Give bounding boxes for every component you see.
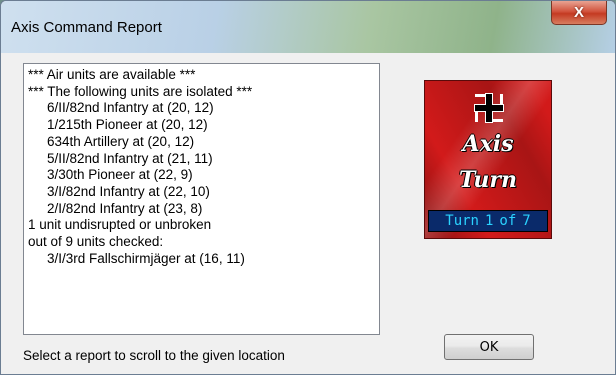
turn-counter-of: of xyxy=(499,213,517,229)
report-line[interactable]: 2/I/82nd Infantry at (23, 8) xyxy=(28,201,375,218)
report-line[interactable]: *** The following units are isolated *** xyxy=(28,84,375,101)
ok-button-label: OK xyxy=(479,339,499,355)
total-turns: 7 xyxy=(522,213,531,229)
report-line[interactable]: 634th Artillery at (20, 12) xyxy=(28,134,375,151)
report-line[interactable]: 3/I/3rd Fallschirmjäger at (16, 11) xyxy=(28,251,375,268)
report-line[interactable]: *** Air units are available *** xyxy=(28,67,375,84)
close-button[interactable]: X xyxy=(551,1,607,25)
current-turn: 1 xyxy=(484,213,494,229)
report-line[interactable]: 3/I/82nd Infantry at (22, 10) xyxy=(28,184,375,201)
report-line[interactable]: 3/30th Pioneer at (22, 9) xyxy=(28,167,375,184)
report-list[interactable]: *** Air units are available *** *** The f… xyxy=(23,63,380,335)
iron-cross-icon xyxy=(474,93,504,123)
report-line[interactable]: out of 9 units checked: xyxy=(28,234,375,251)
report-line[interactable]: 6/II/82nd Infantry at (20, 12) xyxy=(28,100,375,117)
report-line[interactable]: 5/II/82nd Infantry at (21, 11) xyxy=(28,151,375,168)
report-dialog: Axis Command Report X *** Air units are … xyxy=(0,0,616,375)
ok-button[interactable]: OK xyxy=(444,334,534,360)
close-icon: X xyxy=(573,4,584,21)
dialog-body: *** Air units are available *** *** The f… xyxy=(9,53,607,374)
report-line[interactable]: 1 unit undisrupted or unbroken xyxy=(28,217,375,234)
turn-card: Axis Turn Turn 1 of 7 xyxy=(424,80,552,239)
window-title: Axis Command Report xyxy=(11,19,162,36)
side-label: Axis xyxy=(462,131,514,157)
turn-counter-label: Turn xyxy=(445,213,479,229)
turn-counter: Turn 1 of 7 xyxy=(428,210,548,232)
title-bar[interactable]: Axis Command Report X xyxy=(1,1,615,53)
report-line[interactable]: 1/215th Pioneer at (20, 12) xyxy=(28,117,375,134)
turn-label: Turn xyxy=(459,167,517,193)
status-text: Select a report to scroll to the given l… xyxy=(23,348,285,363)
